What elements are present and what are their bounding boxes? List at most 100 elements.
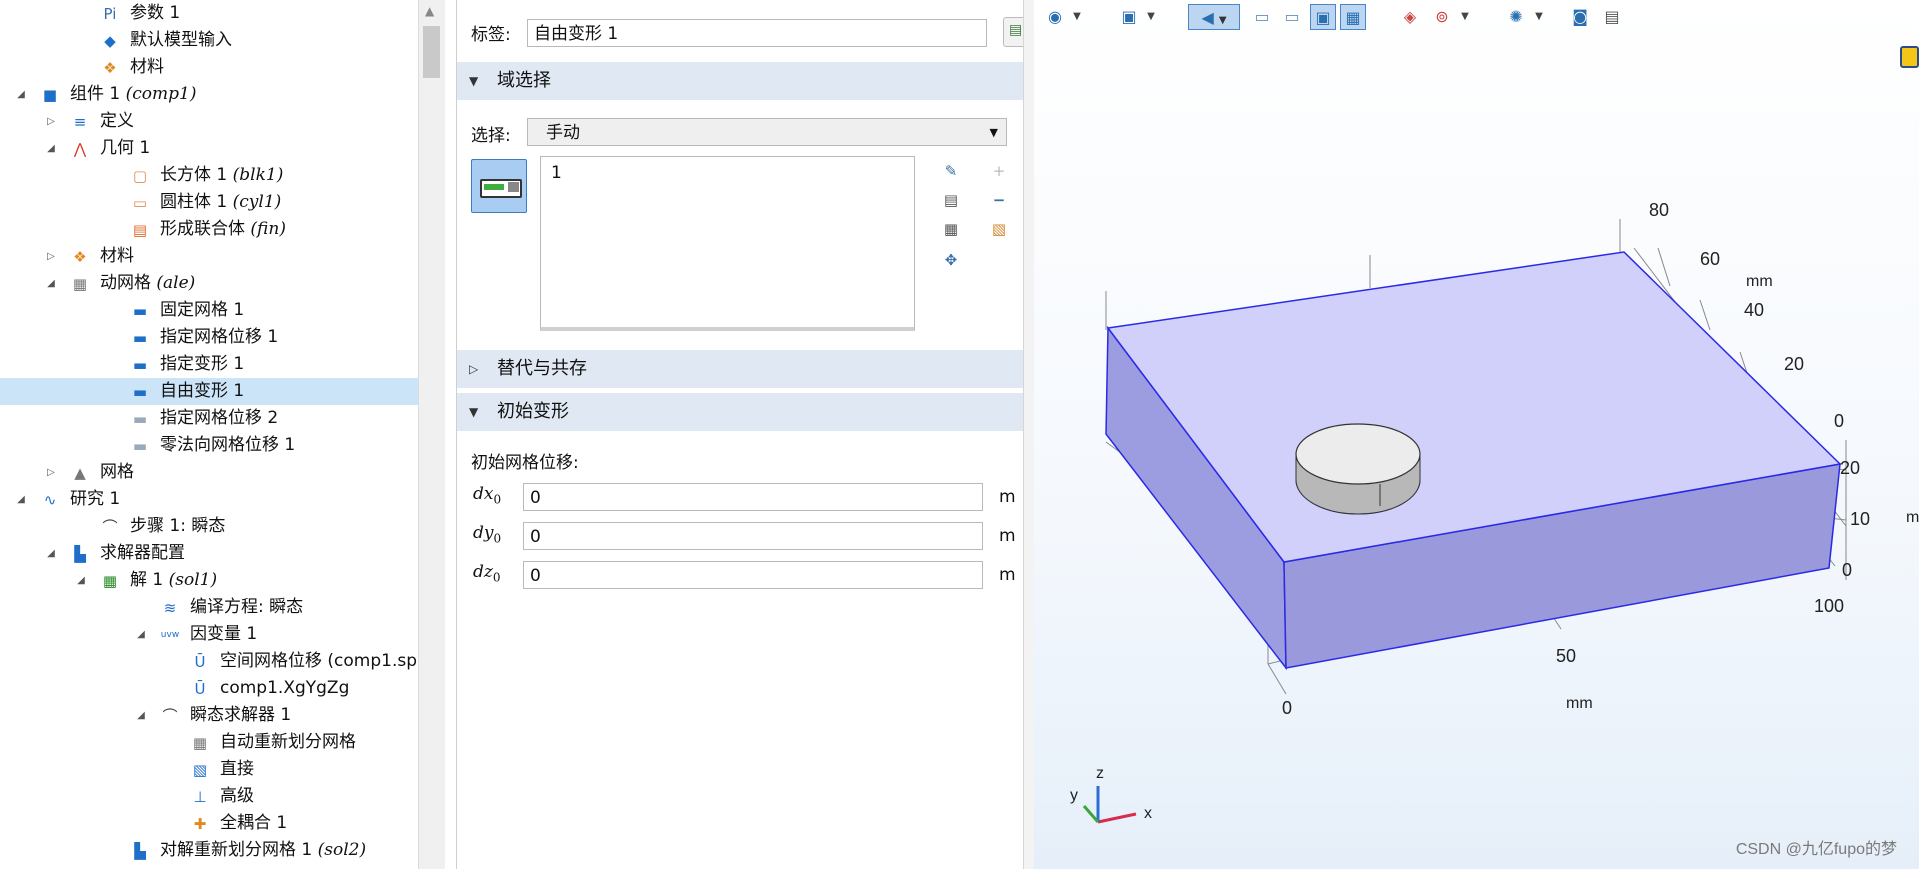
tree-item[interactable]: ⊥ 高级 — [0, 783, 418, 810]
tree-item[interactable]: ✚ 全耦合 1 — [0, 810, 418, 837]
tree-item[interactable]: ▬ 零法向网格位移 1 — [0, 432, 418, 459]
section-override-coexistence[interactable]: ▷ 替代与共存 — [457, 350, 1024, 388]
tree-item-label: 定义 — [100, 111, 134, 131]
expand-arrow-icon: ▷ — [469, 362, 479, 376]
tree-node-icon: ⋀ — [73, 140, 87, 158]
collapse-arrow-icon[interactable]: ◢ — [14, 486, 28, 513]
tree-scrollbar[interactable]: ▲ — [418, 0, 445, 869]
tree-node-icon: ⌒ — [102, 518, 118, 536]
tree-item[interactable]: ◢ ▙ 求解器配置 — [0, 540, 418, 567]
tree-node-icon: ∿ — [43, 491, 57, 509]
tree-node-icon: ▬ — [132, 329, 148, 347]
x-tick-label: 100 — [1814, 596, 1844, 616]
y-tick-label: 0 — [1834, 411, 1844, 431]
selection-dropdown[interactable]: 手动 ▼ — [527, 118, 1007, 146]
selection-list-item[interactable]: 1 — [551, 163, 562, 183]
tree-item-label: 自动重新划分网格 — [220, 732, 356, 752]
tree-item[interactable]: ◢ ∿ 研究 1 — [0, 486, 418, 513]
tree-item[interactable]: Ūcomp1.XgYgZg — [0, 675, 418, 702]
tree-item[interactable]: ▷ ❖ 材料 — [0, 243, 418, 270]
copy-selection-icon[interactable]: ▤ — [940, 189, 962, 211]
tree-item[interactable]: ❖ 材料 — [0, 54, 418, 81]
tree-item[interactable]: ◢ ▦ 动网格 (ale) — [0, 270, 418, 297]
tree-item[interactable]: ▤ 形成联合体 (fin) — [0, 216, 418, 243]
collapse-arrow-icon[interactable]: ◢ — [134, 702, 148, 729]
section-title: 域选择 — [497, 70, 551, 91]
clear-selection-icon[interactable]: ▧ — [988, 218, 1010, 240]
tree-item[interactable]: ▦ 自动重新划分网格 — [0, 729, 418, 756]
tree-node-icon: ≋ — [163, 599, 177, 617]
z-tick-label: 0 — [1842, 560, 1852, 580]
tree-item[interactable]: ≋ 编译方程: 瞬态 — [0, 594, 418, 621]
watermark: CSDN @九亿fupo的梦 — [1735, 841, 1897, 858]
remove-icon[interactable]: − — [988, 189, 1010, 211]
expand-arrow-icon[interactable]: ▷ — [44, 459, 58, 486]
tree-item-label: 参数 1 — [130, 3, 181, 23]
section-domain-selection[interactable]: ▼ 域选择 — [457, 62, 1024, 100]
tree-item[interactable]: ◢ ⋀ 几何 1 — [0, 135, 418, 162]
y-tick-label: 40 — [1744, 300, 1764, 320]
tree-item[interactable]: ▬ 自由变形 1 — [0, 378, 418, 405]
collapse-arrow-icon[interactable]: ◢ — [44, 540, 58, 567]
y-axis-unit: mm — [1746, 273, 1773, 290]
zoom-to-selection-icon[interactable]: ✥ — [940, 249, 962, 271]
expand-arrow-icon[interactable]: ▷ — [44, 108, 58, 135]
tree-node-icon: ▢ — [132, 167, 148, 185]
tree-item[interactable]: ▬ 指定网格位移 1 — [0, 324, 418, 351]
tree-item-label: 固定网格 1 — [160, 300, 245, 320]
label-input[interactable]: 自由变形 1 — [527, 19, 987, 47]
initial-displacement-caption: 初始网格位移: — [471, 453, 579, 473]
tree-node-icon: ▲ — [74, 464, 86, 482]
tree-item-label: 编译方程: 瞬态 — [190, 597, 304, 617]
scroll-up-icon[interactable]: ▲ — [425, 4, 434, 18]
tree-node-icon: ⌒ — [162, 707, 178, 725]
triad-y-label: y — [1070, 787, 1078, 804]
tree-node-icon: ⊥ — [193, 788, 207, 806]
collapse-arrow-icon[interactable]: ◢ — [44, 270, 58, 297]
tree-item[interactable]: ▬ 指定网格位移 2 — [0, 405, 418, 432]
activate-toggle-button[interactable] — [471, 159, 527, 213]
tree-item[interactable]: ◢ ■ 组件 1 (comp1) — [0, 81, 418, 108]
tree-node-icon: Ū — [194, 680, 206, 698]
dz-input[interactable]: 0 — [523, 561, 983, 589]
paste-selection-icon[interactable]: ✎ — [940, 160, 962, 182]
toggle-icon — [480, 179, 522, 198]
tree-item[interactable]: ▷ ▲ 网格 — [0, 459, 418, 486]
dy-unit: m — [999, 526, 1016, 546]
tree-item-label: 指定网格位移 2 — [160, 408, 279, 428]
tree-item[interactable]: ▭ 圆柱体 1 (cyl1) — [0, 189, 418, 216]
collapse-arrow-icon[interactable]: ◢ — [44, 135, 58, 162]
scrollbar-thumb[interactable] — [423, 26, 440, 78]
tree-item[interactable]: Ū 空间网格位移 (comp1.spati — [0, 648, 419, 675]
tree-item[interactable]: ▷ ≡ 定义 — [0, 108, 418, 135]
y-tick-label: 60 — [1700, 249, 1720, 269]
dy-symbol: dy0 — [473, 523, 502, 546]
tree-item[interactable]: ◆ 默认模型输入 — [0, 27, 418, 54]
collapse-arrow-icon[interactable]: ◢ — [74, 567, 88, 594]
tree-item-label: 步骤 1: 瞬态 — [130, 516, 226, 536]
add-icon[interactable]: + — [988, 160, 1010, 182]
tree-item[interactable]: ▢ 长方体 1 (blk1) — [0, 162, 418, 189]
clipboard-icon[interactable]: ▦ — [940, 218, 962, 240]
tree-item-label: 瞬态求解器 1 — [190, 705, 292, 725]
tree-item[interactable]: ◢ ⌒ 瞬态求解器 1 — [0, 702, 418, 729]
dz-unit: m — [999, 565, 1016, 585]
expand-arrow-icon[interactable]: ▷ — [44, 243, 58, 270]
tree-item[interactable]: ◢ uvw 因变量 1 — [0, 621, 418, 648]
dx-input[interactable]: 0 — [523, 483, 983, 511]
tree-item[interactable]: ▙ 对解重新划分网格 1 (sol2) — [0, 837, 418, 864]
collapse-arrow-icon[interactable]: ◢ — [134, 621, 148, 648]
collapse-arrow-icon[interactable]: ◢ — [14, 81, 28, 108]
tree-node-icon: ▙ — [74, 545, 86, 563]
tree-item[interactable]: ▬ 固定网格 1 — [0, 297, 418, 324]
tree-item-label: 对解重新划分网格 1 (sol2) — [160, 840, 367, 860]
section-initial-deformation[interactable]: ▼ 初始变形 — [457, 393, 1024, 431]
tree-item[interactable]: ◢ ▦ 解 1 (sol1) — [0, 567, 418, 594]
tree-item[interactable]: Pi 参数 1 — [0, 0, 418, 27]
graphics-window[interactable]: ◉ ▼ ▣ ▼ ◀ ▼ ▭ ▭ ▣ ▦ ◈ ⊚ ▼ ✺ ▼ ◙ ▤ 80 60 … — [1034, 0, 1919, 869]
selection-list[interactable]: 1 — [540, 156, 915, 331]
tree-item[interactable]: ⌒ 步骤 1: 瞬态 — [0, 513, 418, 540]
tree-item[interactable]: ▧ 直接 — [0, 756, 418, 783]
tree-item[interactable]: ▬ 指定变形 1 — [0, 351, 418, 378]
dy-input[interactable]: 0 — [523, 522, 983, 550]
